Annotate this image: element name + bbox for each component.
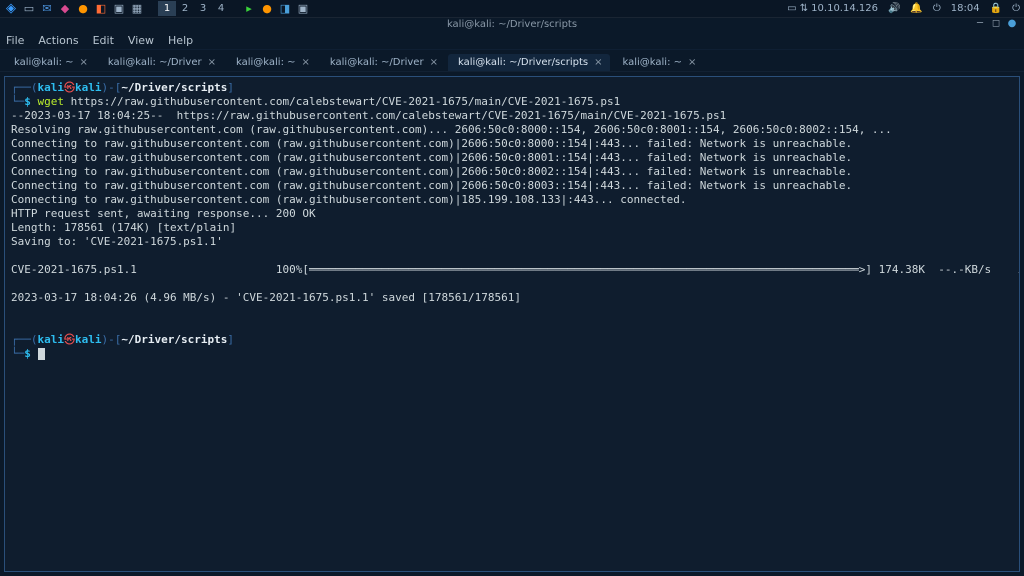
close-icon[interactable]: ×: [208, 57, 216, 68]
tab-4[interactable]: kali@kali: ~/Driver/scripts ×: [448, 54, 611, 71]
tab-label: kali@kali: ~: [622, 57, 682, 68]
progress-rate: --.-KB/s: [938, 263, 991, 276]
term2-icon[interactable]: ▣: [296, 2, 310, 16]
menu-actions[interactable]: Actions: [38, 34, 78, 47]
tab-label: kali@kali: ~/Driver/scripts: [458, 57, 588, 68]
kali-logo-icon[interactable]: ◈: [4, 2, 18, 16]
tab-0[interactable]: kali@kali: ~ ×: [4, 54, 96, 71]
system-taskbar: ◈ ▭ ✉ ◆ ● ◧ ▣ ▦ 1 2 3 4 ▸ ● ◨ ▣ ▭ ⇅ 10.1…: [0, 0, 1024, 18]
close-icon[interactable]: ×: [302, 57, 310, 68]
tab-1[interactable]: kali@kali: ~/Driver ×: [98, 54, 224, 71]
app-icon[interactable]: ◆: [58, 2, 72, 16]
progress-percent: 100%: [276, 263, 303, 276]
close-icon[interactable]: ×: [80, 57, 88, 68]
files-icon[interactable]: ▭: [22, 2, 36, 16]
vscode-icon[interactable]: ◨: [278, 2, 292, 16]
menu-help[interactable]: Help: [168, 34, 193, 47]
window-titlebar[interactable]: kali@kali: ~/Driver/scripts: [0, 18, 1024, 32]
progress-size: 174.38K: [879, 263, 925, 276]
command-name: wget: [38, 95, 65, 108]
close-icon[interactable]: ×: [688, 57, 696, 68]
terminal-icon[interactable]: ▣: [112, 2, 126, 16]
vpn-indicator[interactable]: ▭ ⇅ 10.10.14.126: [787, 3, 878, 14]
progress-file: CVE-2021-1675.ps1.1: [11, 263, 137, 276]
clock[interactable]: 18:04: [951, 3, 980, 14]
window-controls: ─ ◻ ●: [974, 18, 1018, 29]
close-button[interactable]: ●: [1006, 18, 1018, 29]
tab-label: kali@kali: ~: [14, 57, 74, 68]
workspace-1[interactable]: 1: [158, 1, 176, 16]
tab-2[interactable]: kali@kali: ~ ×: [226, 54, 318, 71]
burp-icon[interactable]: ◧: [94, 2, 108, 16]
maximize-button[interactable]: ◻: [990, 18, 1002, 29]
volume-icon[interactable]: 🔊: [888, 3, 900, 14]
command-args: https://raw.githubusercontent.com/calebs…: [71, 95, 621, 108]
close-icon[interactable]: ×: [430, 57, 438, 68]
firefox2-icon[interactable]: ●: [260, 2, 274, 16]
close-icon[interactable]: ×: [594, 57, 602, 68]
workspace-4[interactable]: 4: [212, 1, 230, 16]
terminal-tabs: kali@kali: ~ × kali@kali: ~/Driver × kali@…: [0, 50, 1024, 72]
tab-5[interactable]: kali@kali: ~ ×: [612, 54, 704, 71]
tab-label: kali@kali: ~/Driver: [330, 57, 424, 68]
tab-label: kali@kali: ~: [236, 57, 296, 68]
cursor: [38, 348, 45, 360]
mail-icon[interactable]: ✉: [40, 2, 54, 16]
menu-file[interactable]: File: [6, 34, 24, 47]
workspace-2[interactable]: 2: [176, 1, 194, 16]
vpn-ip: 10.10.14.126: [811, 3, 878, 14]
notification-icon[interactable]: 🔔: [910, 3, 922, 14]
tray-app-icon[interactable]: ▸: [242, 2, 256, 16]
tab-3[interactable]: kali@kali: ~/Driver ×: [320, 54, 446, 71]
workspace-3[interactable]: 3: [194, 1, 212, 16]
menu-view[interactable]: View: [128, 34, 154, 47]
menu-edit[interactable]: Edit: [93, 34, 114, 47]
menu-bar: File Actions Edit View Help: [0, 32, 1024, 50]
editor-icon[interactable]: ▦: [130, 2, 144, 16]
terminal-body[interactable]: ┌──(kali㉿kali)-[~/Driver/scripts] └─$ wg…: [4, 76, 1020, 572]
firefox-icon[interactable]: ●: [76, 2, 90, 16]
lock-icon[interactable]: 🔒: [990, 3, 1002, 14]
power-icon[interactable]: ⏻: [1012, 3, 1020, 14]
progress-time: in 0.03s: [1018, 263, 1020, 276]
network-icon[interactable]: ⏻: [933, 3, 941, 14]
minimize-button[interactable]: ─: [974, 18, 986, 29]
workspace-switcher: 1 2 3 4: [158, 1, 230, 16]
tab-label: kali@kali: ~/Driver: [108, 57, 202, 68]
